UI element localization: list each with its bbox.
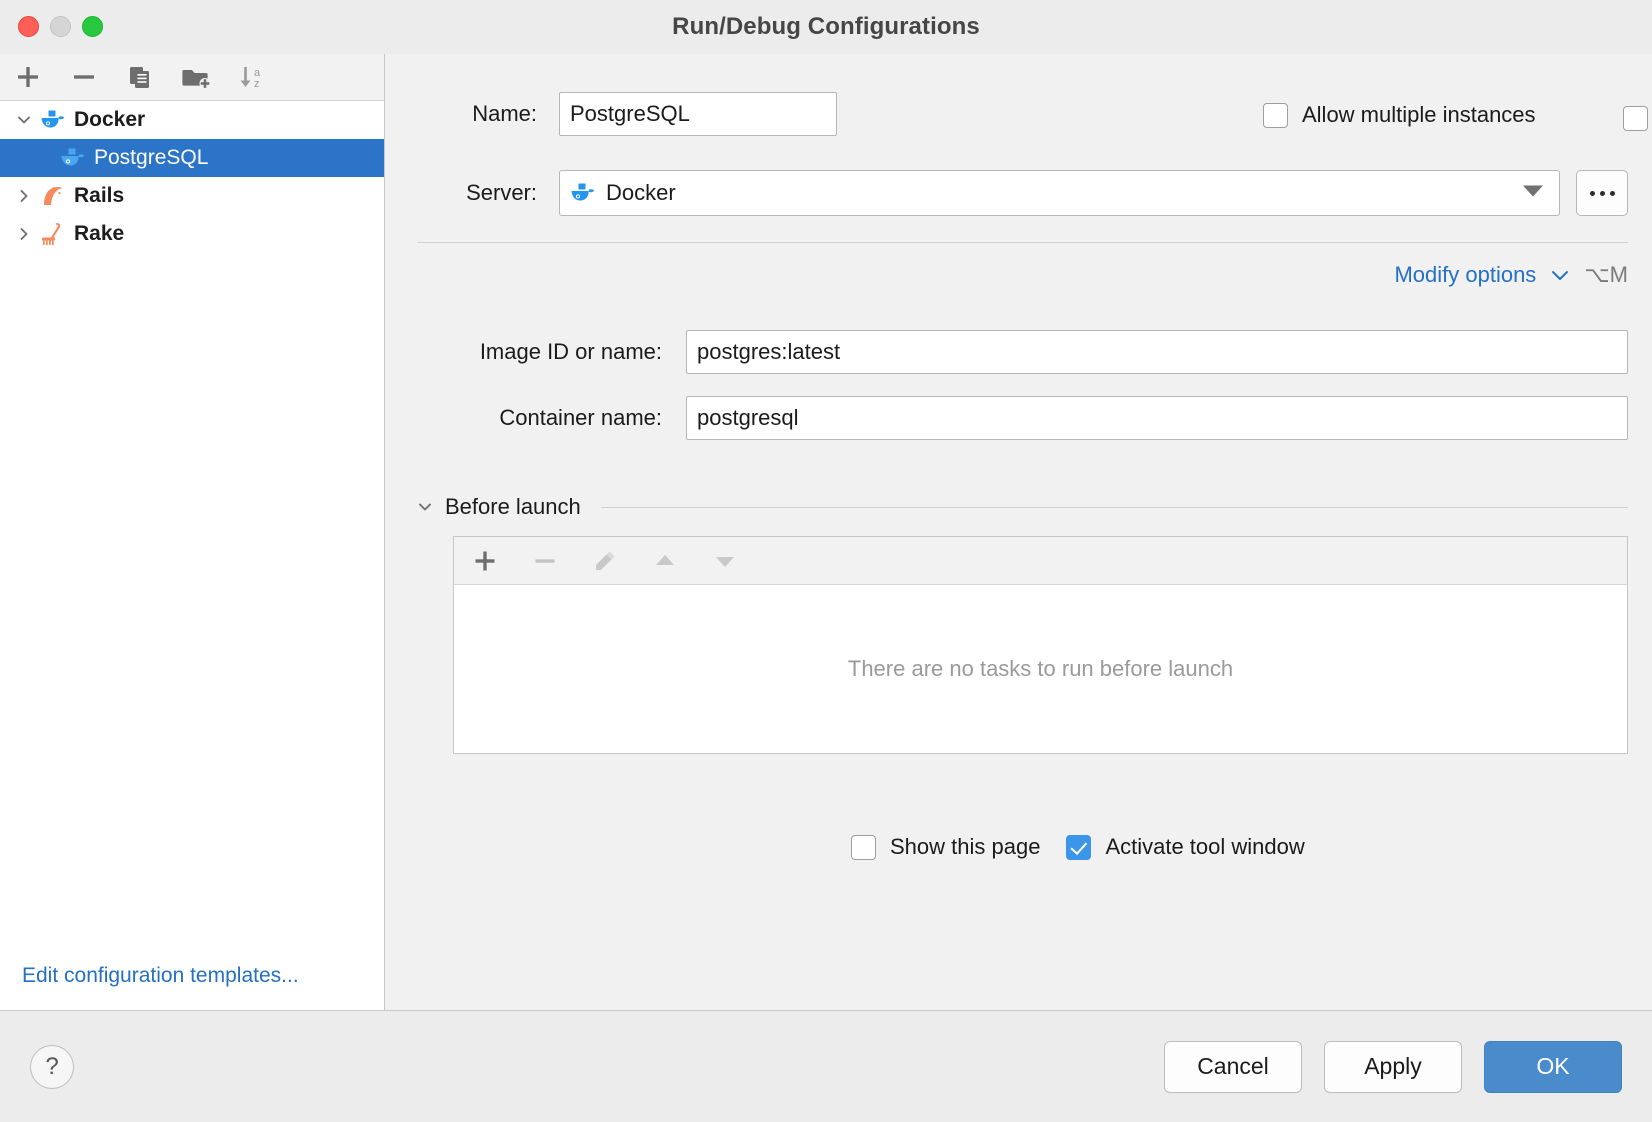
before-launch-task-list: There are no tasks to run before launch [453,536,1628,754]
section-divider [417,242,1628,243]
image-id-label: Image ID or name: [417,339,662,365]
show-this-page-label: Show this page [890,834,1040,860]
arrow-down-icon [712,548,738,574]
server-browse-button[interactable] [1576,170,1628,216]
tree-item-label: PostgreSQL [94,146,208,170]
before-launch-toolbar [454,537,1627,585]
dialog-action-buttons: Cancel Apply OK [1164,1041,1622,1093]
before-launch-section: Before launch [415,494,1628,754]
remove-task-button [526,543,564,579]
activate-tool-window-label: Activate tool window [1105,834,1304,860]
dialog-footer: ? Cancel Apply OK [0,1010,1652,1122]
move-task-down-button [706,543,744,579]
window-titlebar: Run/Debug Configurations [0,0,1652,54]
copy-icon [127,64,153,90]
close-window-button[interactable] [18,16,39,37]
modify-options-row: Modify options ⌥M [1394,262,1628,288]
tree-item-label: Docker [74,108,145,132]
header-rule [601,507,1628,508]
copy-configuration-button[interactable] [122,60,158,94]
new-folder-button[interactable] [178,60,214,94]
tree-item-label: Rails [74,184,124,208]
dialog-body: a z [0,54,1652,1010]
sort-alphabetically-button[interactable]: a z [234,60,270,94]
allow-multiple-instances-label: Allow multiple instances [1302,102,1536,128]
checkbox-box[interactable] [1623,106,1648,131]
zoom-window-button[interactable] [82,16,103,37]
name-input[interactable]: PostgreSQL [559,92,837,136]
chevron-down-icon[interactable] [1550,268,1570,282]
tree-item-rake[interactable]: Rake [0,215,384,253]
activate-tool-window-checkbox[interactable]: Activate tool window [1066,834,1304,860]
before-launch-title: Before launch [445,494,581,520]
container-name-row: Container name: postgresql [417,396,1628,440]
chevron-down-icon[interactable] [415,498,435,516]
container-name-input[interactable]: postgresql [686,396,1628,440]
modify-options-link[interactable]: Modify options [1394,262,1536,288]
chevron-down-icon[interactable] [1521,184,1545,203]
traffic-light-controls [18,16,103,37]
sidebar-toolbar: a z [0,54,384,101]
svg-text:z: z [254,78,260,90]
tree-item-postgresql[interactable]: PostgreSQL [0,139,384,177]
before-launch-empty-message: There are no tasks to run before launch [454,585,1627,753]
rails-icon [38,184,68,208]
remove-configuration-button[interactable] [66,60,102,94]
plus-icon [15,64,41,90]
container-name-label: Container name: [417,405,662,431]
chevron-right-icon[interactable] [10,187,38,205]
plus-icon [472,548,498,574]
launch-options-row: Show this page Activate tool window [851,834,1305,860]
checkbox-box[interactable] [1066,835,1091,860]
before-launch-header[interactable]: Before launch [415,494,1628,520]
move-task-up-button [646,543,684,579]
server-row: Server: Docker [417,170,1628,216]
checkbox-box[interactable] [1263,103,1288,128]
docker-icon [58,147,88,169]
server-dropdown[interactable]: Docker [559,170,1560,216]
store-as-project-file-group: Store as project file [1623,102,1652,134]
tree-item-label: Rake [74,222,124,246]
minimize-window-button[interactable] [50,16,71,37]
window-title: Run/Debug Configurations [672,13,980,41]
modify-options-shortcut: ⌥M [1584,262,1628,288]
name-label: Name: [417,101,537,127]
pencil-icon [592,548,618,574]
arrow-up-icon [652,548,678,574]
configurations-tree: Docker PostgreSQL [0,101,384,1010]
server-label: Server: [417,180,537,206]
image-id-input[interactable]: postgres:latest [686,330,1628,374]
edit-configuration-templates-link[interactable]: Edit configuration templates... [22,964,299,988]
minus-icon [532,548,558,574]
cancel-button[interactable]: Cancel [1164,1041,1302,1093]
apply-button[interactable]: Apply [1324,1041,1462,1093]
checkbox-box[interactable] [851,835,876,860]
sort-az-icon: a z [237,64,267,90]
ellipsis-dot [1600,191,1605,196]
chevron-down-icon[interactable] [10,111,38,129]
folder-add-icon [182,64,210,90]
configurations-sidebar: a z [0,54,385,1010]
minus-icon [71,64,97,90]
docker-icon [570,182,596,204]
add-configuration-button[interactable] [10,60,46,94]
tree-item-docker[interactable]: Docker [0,101,384,139]
configuration-editor-panel: Name: PostgreSQL Allow multiple instance… [385,54,1652,1010]
add-task-button[interactable] [466,543,504,579]
show-this-page-checkbox[interactable]: Show this page [851,834,1040,860]
rake-icon [38,222,68,246]
edit-task-button [586,543,624,579]
image-id-row: Image ID or name: postgres:latest [417,330,1628,374]
chevron-right-icon[interactable] [10,225,38,243]
ok-button[interactable]: OK [1484,1041,1622,1093]
allow-multiple-instances-checkbox[interactable]: Allow multiple instances [1263,102,1536,128]
ellipsis-dot [1590,191,1595,196]
docker-icon [38,109,68,131]
run-debug-configurations-dialog: Run/Debug Configurations [0,0,1652,1122]
ellipsis-dot [1610,191,1615,196]
help-button[interactable]: ? [30,1045,74,1089]
store-as-project-file-checkbox[interactable]: Store as project file [1623,105,1652,131]
tree-item-rails[interactable]: Rails [0,177,384,215]
server-selected-value: Docker [606,180,676,206]
